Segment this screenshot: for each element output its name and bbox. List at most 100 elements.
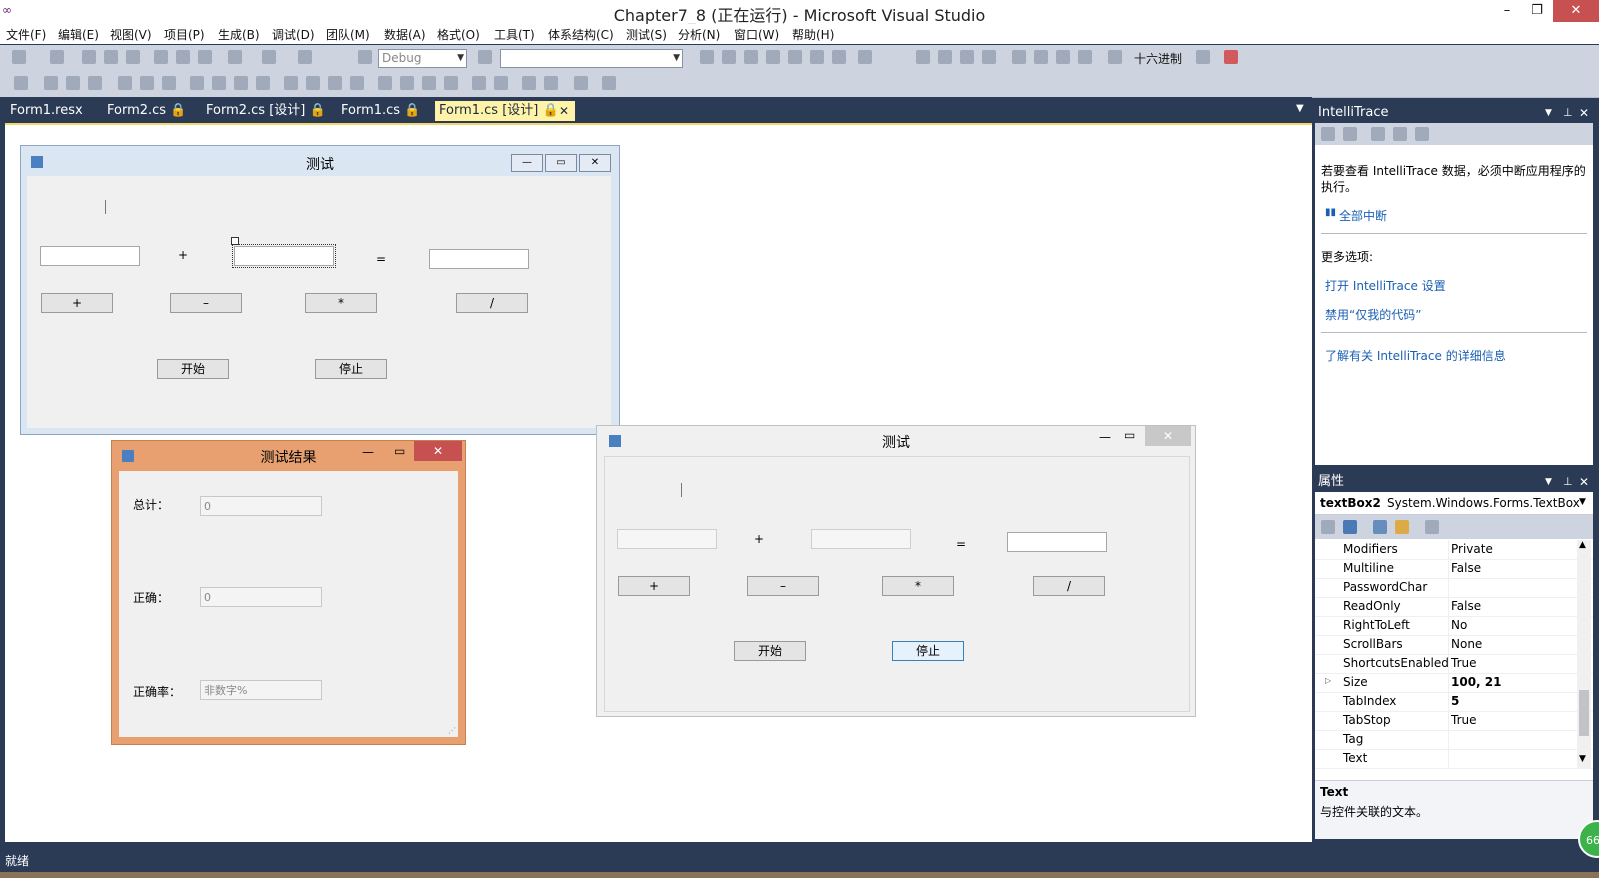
navigate-icon[interactable] [298, 50, 312, 64]
make-same-size-icon[interactable] [234, 76, 248, 90]
object-selector[interactable]: textBox2 System.Windows.Forms.TextBox ▼ [1315, 492, 1593, 515]
bring-to-front-icon[interactable] [522, 76, 536, 90]
find-in-files-icon[interactable] [478, 50, 492, 64]
resize-grip-icon[interactable]: ⋰ [448, 726, 456, 735]
calendar-icon[interactable] [1371, 127, 1385, 141]
vertical-spacing-icon[interactable] [378, 76, 392, 90]
add-item-icon[interactable] [50, 50, 64, 64]
solution-explorer-icon[interactable] [700, 50, 714, 64]
property-row[interactable]: ShortcutsEnabled True [1315, 654, 1593, 674]
close-button[interactable]: ✕ [1145, 426, 1191, 446]
maximize-button[interactable]: ▭ [394, 444, 405, 458]
close-icon[interactable]: ✕ [1579, 103, 1589, 123]
find-combo[interactable]: ▼ [500, 49, 683, 68]
continue-icon[interactable] [916, 50, 930, 64]
window-layout-icon[interactable] [858, 50, 872, 64]
break-all-link[interactable]: 全部中断 [1339, 207, 1387, 224]
size-to-grid-icon[interactable] [256, 76, 270, 90]
restore-button[interactable]: ❐ [1522, 0, 1552, 22]
align-middles-icon[interactable] [140, 76, 154, 90]
pause-icon[interactable] [938, 50, 952, 64]
properties-icon[interactable] [722, 50, 736, 64]
stop-button-focused[interactable]: 停止 [892, 641, 964, 661]
property-grid-scrollbar[interactable]: ▲ ▼ [1577, 540, 1591, 768]
property-row[interactable]: ScrollBars None [1315, 635, 1593, 655]
menu-architecture[interactable]: 体系结构(C) [548, 26, 614, 43]
scroll-up-icon[interactable]: ▲ [1579, 540, 1586, 550]
decrease-hspacing-icon[interactable] [328, 76, 342, 90]
disable-jmc-link[interactable]: 禁用“仅我的代码” [1325, 306, 1421, 323]
menu-file[interactable]: 文件(F) [6, 26, 46, 43]
property-row[interactable]: Text [1315, 749, 1593, 769]
copy-icon[interactable] [176, 50, 190, 64]
property-row[interactable]: Multiline False [1315, 559, 1593, 579]
property-row[interactable]: PasswordChar [1315, 578, 1593, 598]
operand2-field[interactable] [811, 529, 911, 549]
answer-field[interactable] [1007, 532, 1107, 552]
close-button[interactable]: ✕ [1553, 0, 1599, 22]
make-same-height-icon[interactable] [212, 76, 226, 90]
property-row[interactable]: RightToLeft No [1315, 616, 1593, 636]
properties-view-icon[interactable] [1373, 520, 1387, 534]
thread-icon[interactable] [1196, 50, 1210, 64]
restart-icon[interactable] [982, 50, 996, 64]
divide-button[interactable]: / [456, 293, 528, 313]
save-all-icon[interactable] [126, 50, 140, 64]
design-textbox1[interactable] [40, 246, 140, 266]
align-tops-icon[interactable] [118, 76, 132, 90]
close-icon[interactable]: ✕ [559, 101, 569, 121]
divide-button[interactable]: / [1033, 576, 1105, 596]
menu-build[interactable]: 生成(B) [218, 26, 260, 43]
lock-controls-icon[interactable] [602, 76, 616, 90]
menu-tools[interactable]: 工具(T) [494, 26, 535, 43]
increase-vspacing-icon[interactable] [400, 76, 414, 90]
menu-debug[interactable]: 调试(D) [272, 26, 315, 43]
new-project-icon[interactable] [12, 50, 26, 64]
tab-order-icon[interactable] [574, 76, 588, 90]
design-textbox3[interactable] [429, 249, 529, 269]
remove-hspacing-icon[interactable] [350, 76, 364, 90]
redo-icon[interactable] [262, 50, 276, 64]
tab-form2-design[interactable]: Form2.cs [设计] 🔒 [206, 101, 326, 121]
align-to-grid-icon[interactable] [14, 76, 28, 90]
remove-vspacing-icon[interactable] [444, 76, 458, 90]
design-textbox2-selected[interactable] [232, 244, 336, 268]
menu-team[interactable]: 团队(M) [326, 26, 370, 43]
red-record-icon[interactable] [1224, 50, 1238, 64]
center-vertically-icon[interactable] [494, 76, 508, 90]
stop-button[interactable]: 停止 [315, 359, 387, 379]
tab-form1-cs[interactable]: Form1.cs 🔒 [341, 101, 420, 121]
menu-window[interactable]: 窗口(W) [734, 26, 779, 43]
learn-more-link[interactable]: 了解有关 IntelliTrace 的详细信息 [1325, 347, 1506, 364]
minimize-button[interactable]: — [362, 445, 374, 459]
alphabetical-icon[interactable] [1343, 520, 1357, 534]
scroll-thumb[interactable] [1579, 690, 1589, 736]
menu-format[interactable]: 格式(O) [437, 26, 480, 43]
menu-data[interactable]: 数据(A) [384, 26, 426, 43]
property-row[interactable]: Modifiers Private [1315, 540, 1593, 560]
watch-icon[interactable] [1108, 50, 1122, 64]
property-pages-icon[interactable] [1425, 520, 1439, 534]
tab-form2-cs[interactable]: Form2.cs 🔒 [107, 101, 186, 121]
decrease-vspacing-icon[interactable] [422, 76, 436, 90]
subtract-button[interactable]: – [747, 576, 819, 596]
horizontal-spacing-icon[interactable] [284, 76, 298, 90]
label-placeholder[interactable] [105, 200, 106, 214]
subtract-button[interactable]: – [170, 293, 242, 313]
property-row[interactable]: ReadOnly False [1315, 597, 1593, 617]
property-row[interactable]: TabIndex 5 [1315, 692, 1593, 712]
operand1-field[interactable] [617, 529, 717, 549]
toolbox-icon[interactable] [766, 50, 780, 64]
tools-icon[interactable] [788, 50, 802, 64]
center-horizontally-icon[interactable] [472, 76, 486, 90]
save-icon[interactable] [104, 50, 118, 64]
start-button[interactable]: 开始 [157, 359, 229, 379]
step-over-icon[interactable] [1034, 50, 1048, 64]
paste-icon[interactable] [198, 50, 212, 64]
stop-icon[interactable] [960, 50, 974, 64]
close-icon[interactable]: ✕ [1579, 472, 1589, 492]
maximize-button[interactable]: ▭ [1124, 428, 1135, 442]
undo-icon[interactable] [228, 50, 242, 64]
menu-project[interactable]: 项目(P) [164, 26, 205, 43]
pin-icon[interactable]: ⊥ [1563, 103, 1573, 123]
